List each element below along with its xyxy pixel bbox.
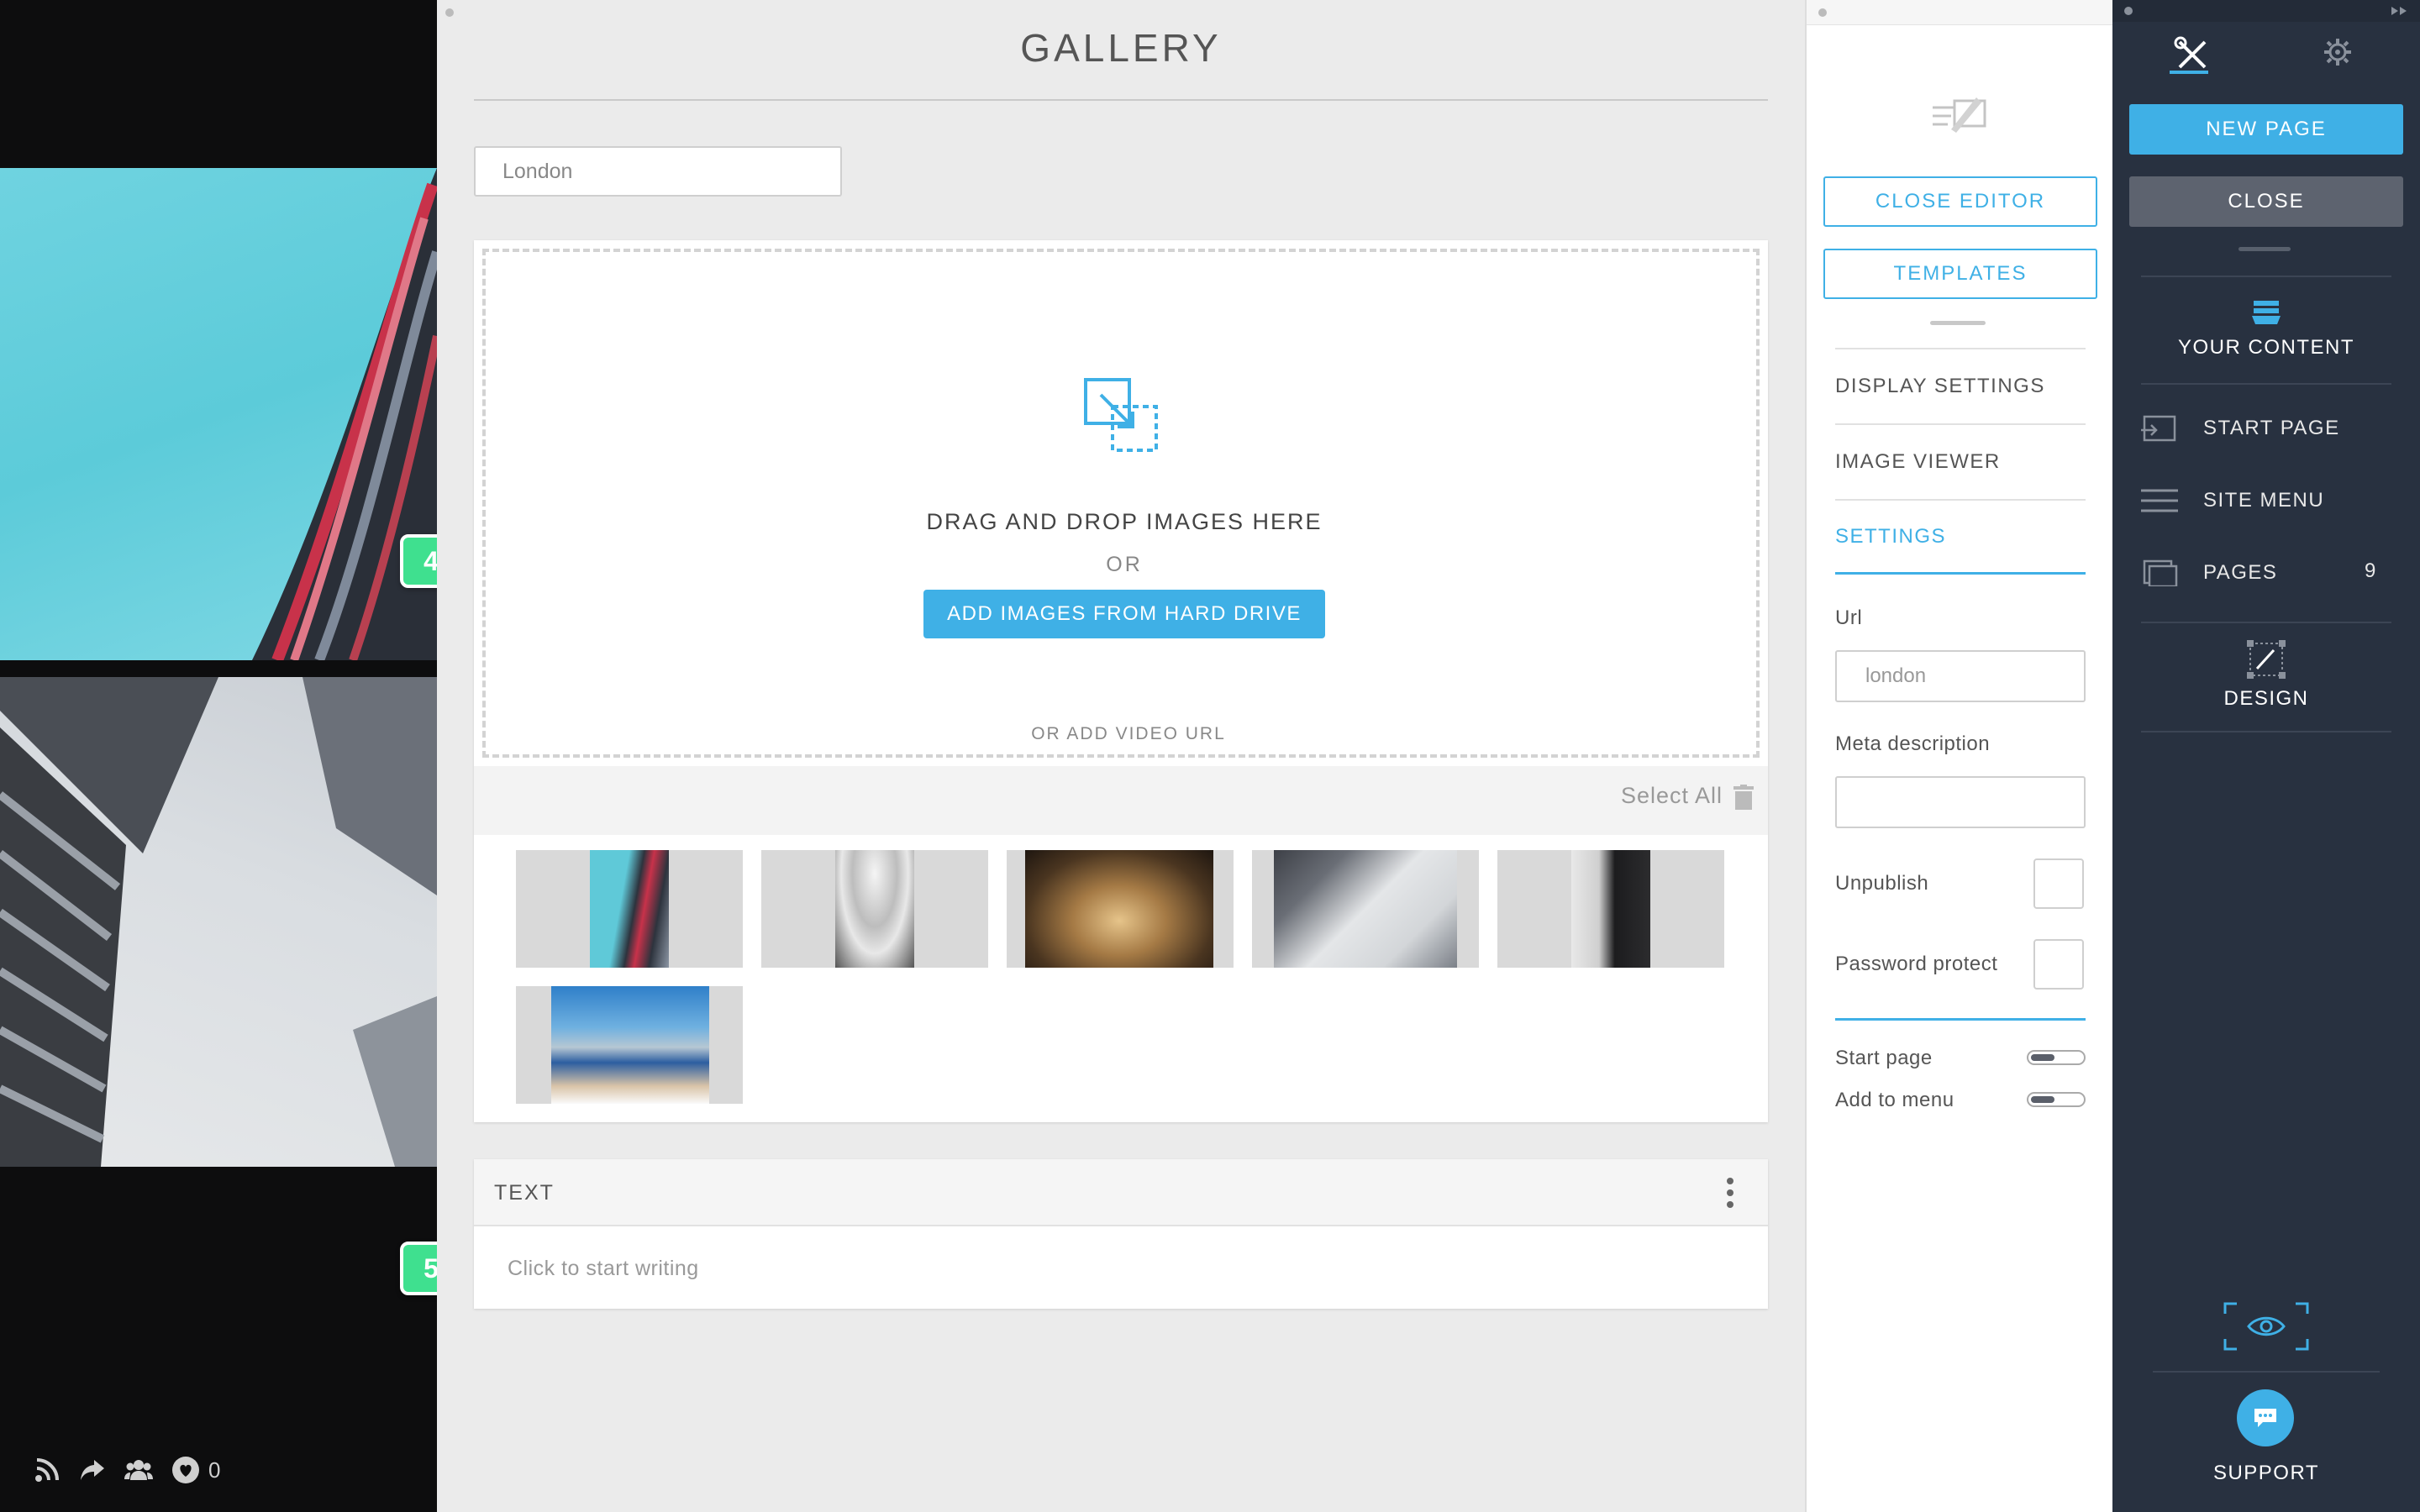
start-page-label: Start page [1835,1047,1933,1069]
resize-dot [1818,8,1827,17]
nav-divider [2153,1371,2380,1373]
gallery-thumbnail[interactable] [516,850,743,968]
close-editor-button[interactable]: CLOSE EDITOR [1823,176,2097,227]
gallery-thumbnail[interactable] [1252,850,1479,968]
gallery-thumbnail[interactable] [1497,850,1724,968]
preview-eye-icon[interactable] [2223,1302,2309,1351]
text-block-header: TEXT [474,1159,1768,1226]
text-editor[interactable]: Click to start writing [508,1257,699,1281]
gallery-thumbnail[interactable] [516,986,743,1104]
nav-top-strip [2112,0,2420,22]
site-preview: 4 5 0 [0,0,472,1512]
image-dropzone[interactable]: DRAG AND DROP IMAGES HERE OR ADD IMAGES … [482,249,1760,758]
like-group[interactable]: 0 [171,1456,220,1484]
settings-panel: CLOSE EDITOR TEMPLATES DISPLAY SETTINGS … [1805,0,2114,1512]
nav-sidebar: NEW PAGE CLOSE YOUR CONTENT START PAGE S… [2112,0,2420,1512]
collapse-icon[interactable] [2390,5,2410,17]
new-page-button[interactable]: NEW PAGE [2129,104,2403,155]
settings-item[interactable]: SETTINGS [1835,499,2086,575]
design-item[interactable]: DESIGN [2112,687,2420,711]
title-divider [474,99,1768,101]
trash-icon[interactable] [1733,785,1754,810]
display-settings-item[interactable]: DISPLAY SETTINGS [1835,348,2086,423]
menu-icon [2141,489,2178,512]
resize-dot [445,8,454,17]
tools-icon[interactable] [2171,34,2213,76]
add-images-button[interactable]: ADD IMAGES FROM HARD DRIVE [923,590,1325,638]
gallery-block: DRAG AND DROP IMAGES HERE OR ADD IMAGES … [474,240,1768,1122]
site-menu-label: SITE MENU [2203,489,2325,512]
url-label: Url [1835,606,1863,629]
select-all-button[interactable]: Select All [1621,783,1723,809]
nav-divider [2141,622,2391,623]
nav-handle [2238,247,2291,251]
support-label[interactable]: SUPPORT [2112,1462,2420,1485]
active-tab-indicator [2170,71,2208,74]
meta-description-label: Meta description [1835,732,1991,755]
site-menu-item[interactable]: SITE MENU [2141,475,2391,526]
pages-count: 9 [2365,559,2376,582]
selection-toolbar: Select All [474,766,1768,835]
likes-count: 0 [208,1457,221,1483]
dropzone-or: OR [1106,553,1143,576]
gallery-thumbnail[interactable] [761,850,988,968]
more-options-icon[interactable] [1726,1176,1734,1210]
close-button[interactable]: CLOSE [2129,176,2403,227]
password-protect-label: Password protect [1835,953,1998,975]
meta-description-input[interactable] [1835,776,2086,828]
unpublish-label: Unpublish [1835,872,1929,895]
nav-divider [2141,383,2391,385]
panel-top-strip [1807,0,2114,25]
start-page-item[interactable]: START PAGE [2141,403,2391,454]
support-button[interactable] [2237,1389,2294,1446]
pages-icon [2143,559,2178,586]
editor-area: GALLERY London DRAG AND DROP IMAGES HERE… [437,0,1805,1512]
drag-drop-icon [1084,378,1158,452]
pages-label: PAGES [2203,561,2278,584]
preview-photo-building-facade [0,168,437,660]
add-video-url-link[interactable]: OR ADD VIDEO URL [486,724,1763,744]
image-viewer-item[interactable]: IMAGE VIEWER [1835,423,2086,499]
page-title[interactable]: GALLERY [437,25,1805,71]
url-input[interactable]: london [1835,650,2086,702]
edit-page-icon [1933,97,1986,133]
resize-dot [2124,7,2133,15]
unpublish-checkbox[interactable] [2033,858,2084,909]
start-page-icon [2141,415,2176,442]
share-icon[interactable] [79,1458,106,1482]
templates-button[interactable]: TEMPLATES [1823,249,2097,299]
settings-divider [1835,1018,2086,1021]
password-protect-checkbox[interactable] [2033,939,2084,990]
gallery-thumbnail[interactable] [1007,850,1234,968]
content-icon [2252,301,2281,324]
nav-divider [2141,731,2391,732]
text-block: TEXT Click to start writing [474,1159,1768,1309]
text-block-label: TEXT [494,1181,555,1205]
rss-icon[interactable] [34,1457,60,1483]
start-page-toggle[interactable] [2027,1050,2086,1065]
nav-divider [2141,276,2391,277]
preview-photo-skyscrapers [0,677,437,1167]
your-content-item[interactable]: YOUR CONTENT [2112,336,2420,360]
start-page-label: START PAGE [2203,417,2340,439]
preview-footer: 0 [34,1449,220,1491]
pages-item[interactable]: PAGES [2141,548,2391,598]
add-to-menu-label: Add to menu [1835,1089,1954,1111]
add-to-menu-toggle[interactable] [2027,1092,2086,1107]
chat-icon [2254,1409,2276,1427]
group-icon[interactable] [124,1458,153,1482]
gear-icon[interactable] [2323,37,2353,67]
panel-handle [1930,321,1986,325]
heart-icon [172,1457,199,1483]
gallery-title-input[interactable]: London [474,146,842,197]
design-icon [2247,640,2286,679]
dropzone-label: DRAG AND DROP IMAGES HERE [926,509,1323,534]
